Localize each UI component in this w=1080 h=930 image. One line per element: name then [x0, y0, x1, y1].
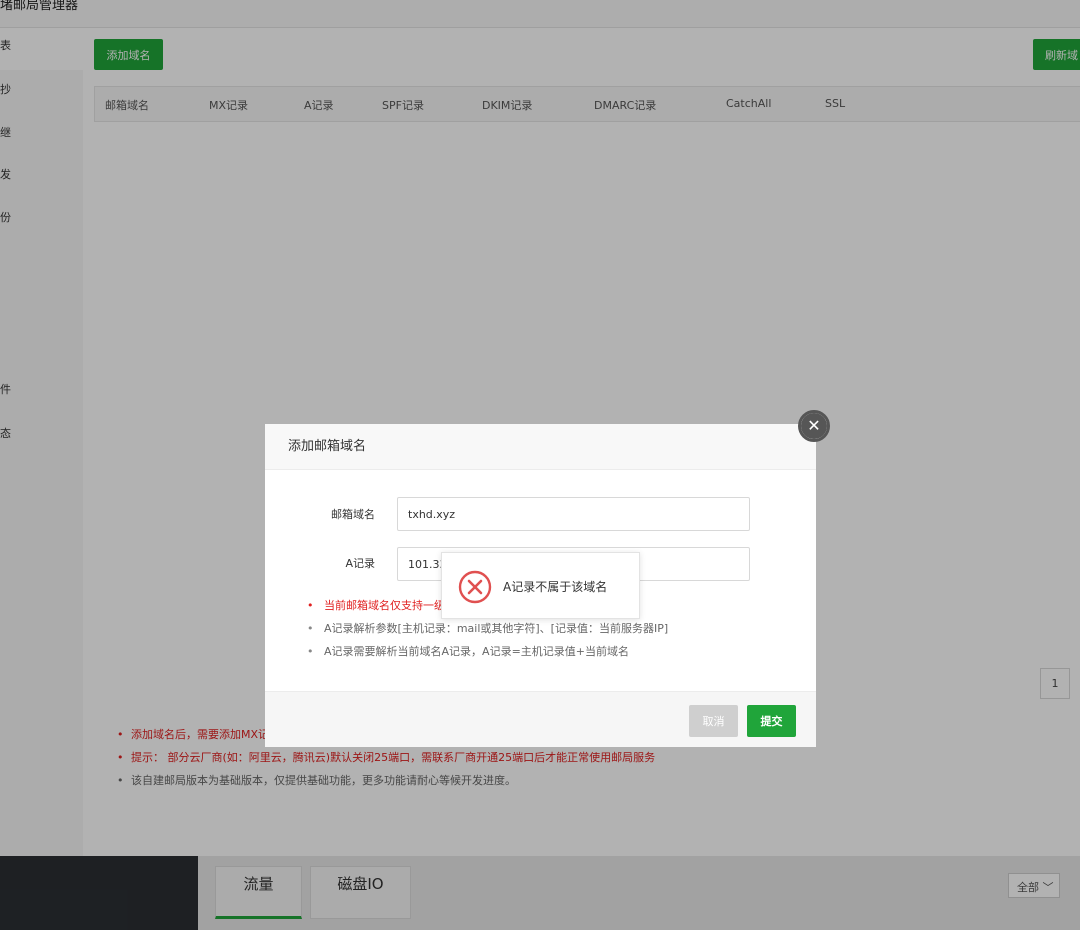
list-item: A记录解析参数[主机记录：mail或其他字符]、[记录值：当前服务器IP] — [307, 621, 668, 644]
toast-message: A记录不属于该域名 — [503, 580, 608, 594]
domain-input[interactable] — [397, 497, 750, 531]
close-icon: ✕ — [801, 413, 827, 439]
error-circle-icon — [458, 570, 492, 604]
error-toast: A记录不属于该域名 — [441, 552, 640, 619]
dialog-header: 添加邮箱域名 — [265, 424, 816, 470]
a-record-label: A记录 — [345, 557, 375, 570]
submit-button[interactable]: 提交 — [747, 705, 796, 737]
cancel-button[interactable]: 取消 — [689, 705, 738, 737]
dialog-footer: 取消 提交 — [265, 691, 816, 747]
dialog-title: 添加邮箱域名 — [288, 439, 367, 454]
dialog-close-button[interactable]: ✕ — [798, 410, 830, 442]
domain-label: 邮箱域名 — [331, 508, 375, 521]
list-item: A记录需要解析当前域名A记录，A记录=主机记录值+当前域名 — [307, 644, 668, 667]
